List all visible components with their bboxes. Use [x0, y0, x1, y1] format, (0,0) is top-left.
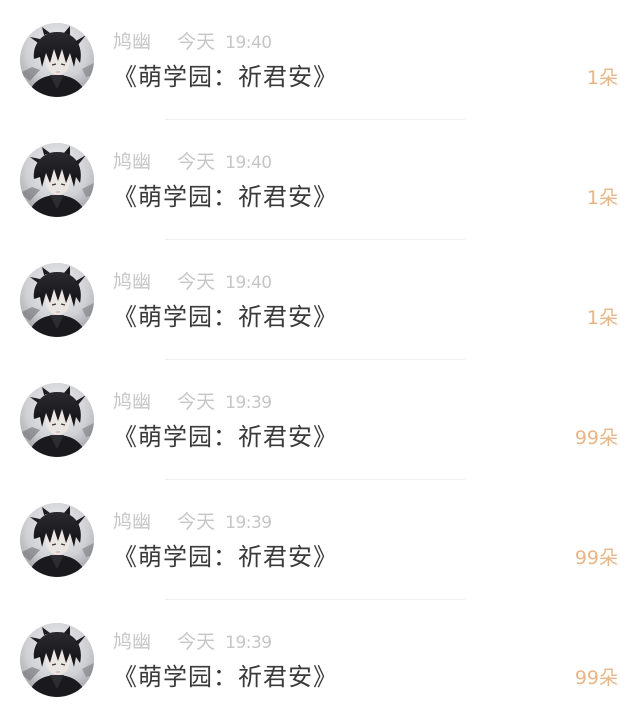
message-time: 19:40 [225, 153, 272, 173]
message-meta: 鸠幽 今天 19:40 [113, 148, 272, 176]
message-text: 《萌学园：祈君安》 [113, 543, 338, 571]
message-text: 《萌学园：祈君安》 [113, 183, 338, 211]
gift-count: 99朵 [574, 547, 618, 569]
message-meta: 鸠幽 今天 19:39 [113, 628, 272, 656]
avatar[interactable] [20, 23, 94, 97]
avatar[interactable] [20, 503, 94, 577]
user-avatar-icon [20, 623, 94, 697]
list-item[interactable]: 鸠幽 今天 19:40 《萌学园：祈君安》 1朵 [0, 240, 640, 360]
sender-name[interactable]: 鸠幽 [113, 148, 151, 176]
gift-count: 1朵 [586, 187, 618, 209]
avatar[interactable] [20, 623, 94, 697]
message-meta: 鸠幽 今天 19:39 [113, 508, 272, 536]
sender-name[interactable]: 鸠幽 [113, 268, 151, 296]
message-time: 19:40 [225, 33, 272, 53]
message-date: 今天 [177, 271, 216, 293]
message-time: 19:39 [225, 393, 272, 413]
message-date: 今天 [177, 631, 216, 653]
avatar[interactable] [20, 383, 94, 457]
message-date: 今天 [177, 31, 216, 53]
gift-count: 1朵 [586, 67, 618, 89]
gift-count: 99朵 [574, 427, 618, 449]
list-item[interactable]: 鸠幽 今天 19:40 《萌学园：祈君安》 1朵 [0, 120, 640, 240]
list-item[interactable]: 鸠幽 今天 19:39 《萌学园：祈君安》 99朵 [0, 360, 640, 480]
sender-name[interactable]: 鸠幽 [113, 388, 151, 416]
user-avatar-icon [20, 143, 94, 217]
message-text: 《萌学园：祈君安》 [113, 303, 338, 331]
message-meta: 鸠幽 今天 19:40 [113, 268, 272, 296]
message-meta: 鸠幽 今天 19:39 [113, 388, 272, 416]
gift-count: 1朵 [586, 307, 618, 329]
message-time: 19:39 [225, 633, 272, 653]
message-time: 19:39 [225, 513, 272, 533]
list-item[interactable]: 鸠幽 今天 19:39 《萌学园：祈君安》 99朵 [0, 600, 640, 720]
message-text: 《萌学园：祈君安》 [113, 663, 338, 691]
user-avatar-icon [20, 263, 94, 337]
list-item[interactable]: 鸠幽 今天 19:40 《萌学园：祈君安》 1朵 [0, 0, 640, 120]
message-date: 今天 [177, 391, 216, 413]
sender-name[interactable]: 鸠幽 [113, 28, 151, 56]
sender-name[interactable]: 鸠幽 [113, 508, 151, 536]
user-avatar-icon [20, 503, 94, 577]
message-date: 今天 [177, 151, 216, 173]
sender-name[interactable]: 鸠幽 [113, 628, 151, 656]
avatar[interactable] [20, 143, 94, 217]
message-text: 《萌学园：祈君安》 [113, 63, 338, 91]
message-meta: 鸠幽 今天 19:40 [113, 28, 272, 56]
gift-count: 99朵 [574, 667, 618, 689]
message-date: 今天 [177, 511, 216, 533]
user-avatar-icon [20, 23, 94, 97]
message-text: 《萌学园：祈君安》 [113, 423, 338, 451]
list-item[interactable]: 鸠幽 今天 19:39 《萌学园：祈君安》 99朵 [0, 480, 640, 600]
user-avatar-icon [20, 383, 94, 457]
message-time: 19:40 [225, 273, 272, 293]
avatar[interactable] [20, 263, 94, 337]
message-list: 鸠幽 今天 19:40 《萌学园：祈君安》 1朵 鸠幽 今天 19:40 《萌学… [0, 0, 640, 721]
